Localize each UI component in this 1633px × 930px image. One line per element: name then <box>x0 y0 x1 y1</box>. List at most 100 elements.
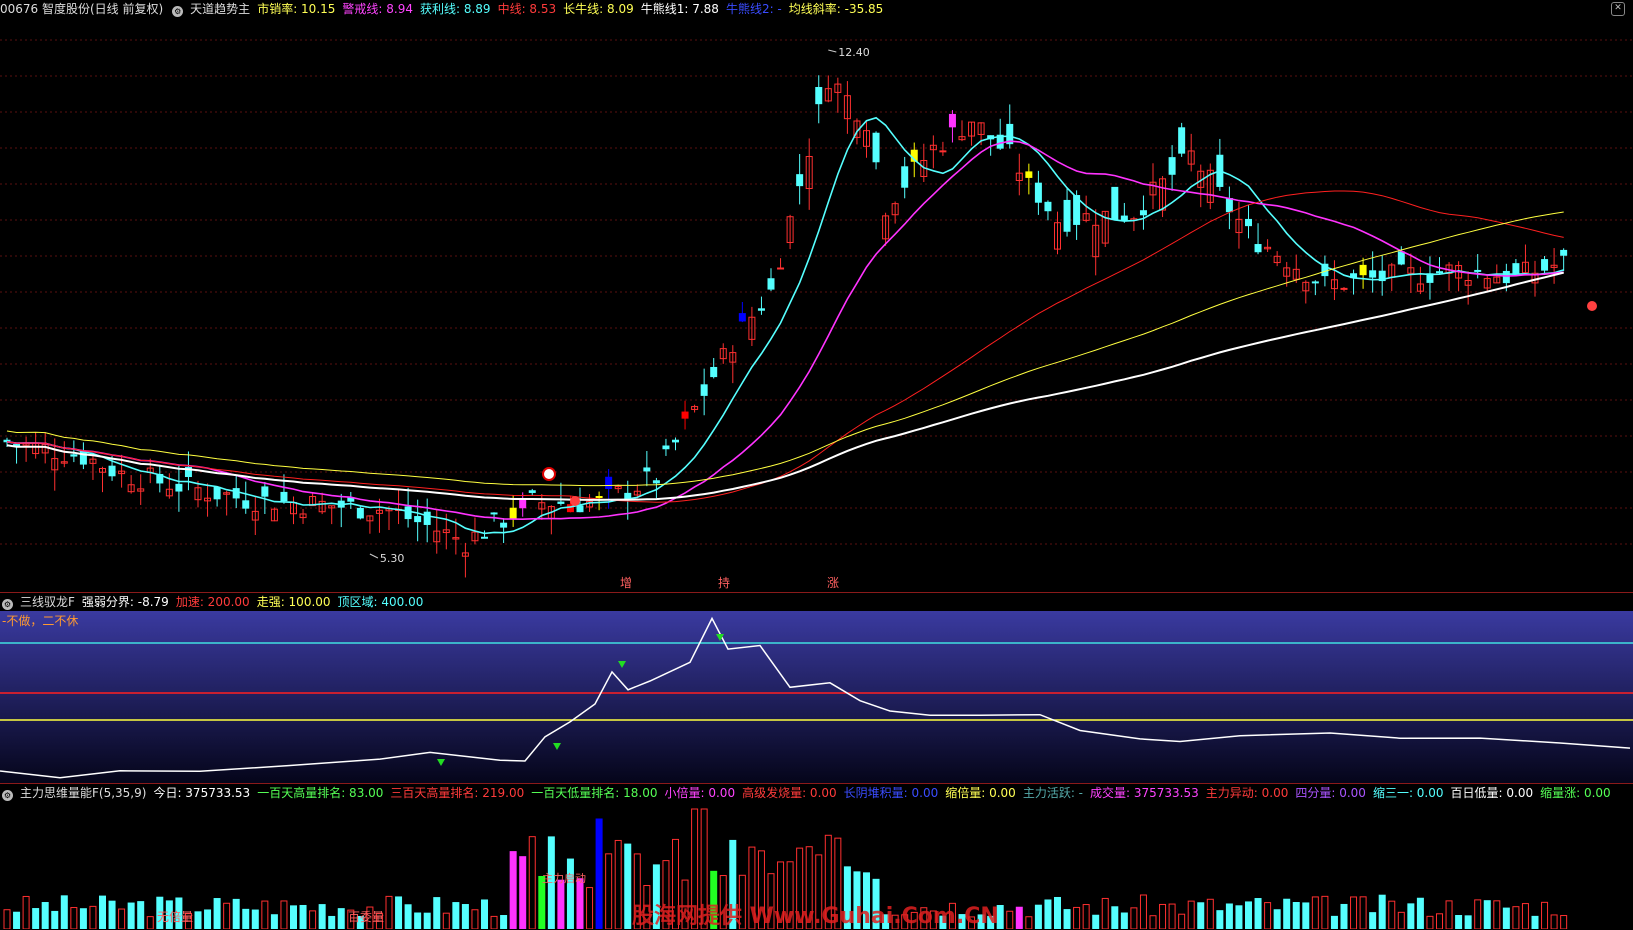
volume-bar <box>1235 905 1243 929</box>
volume-bar <box>99 895 106 929</box>
volume-bar <box>528 836 536 929</box>
main-header-item-2: 获利线: 8.89 <box>419 2 491 16</box>
volume-bar <box>127 902 135 929</box>
volume-bar <box>1445 900 1453 929</box>
price-chart[interactable]: 12.40 5.30 增 持 涨 <box>0 18 1633 592</box>
volume-bar <box>509 851 517 929</box>
candle-body <box>1139 210 1147 216</box>
candle-body <box>1254 244 1262 253</box>
main-header-item-1: 警戒线: 8.94 <box>342 2 413 16</box>
volume-bar <box>337 908 345 929</box>
volume-bar <box>22 895 30 929</box>
candle-body <box>280 491 288 502</box>
vol-name[interactable]: 主力思维量能F(5,35,9) <box>20 786 146 800</box>
volume-bar <box>1245 901 1252 929</box>
candle-body <box>1474 269 1482 272</box>
osc-header-items: 强弱分界: -8.79 加速: 200.00 走强: 100.00 顶区域: 400.… <box>82 595 431 609</box>
gear-icon[interactable]: ⚙ <box>2 599 13 610</box>
volume-bar <box>1178 913 1186 929</box>
volume-bar <box>519 856 527 929</box>
volume-bar <box>1502 907 1510 929</box>
osc-name[interactable]: 三线驭龙F <box>20 595 75 609</box>
volume-bar <box>261 900 269 929</box>
volume-bar <box>1350 896 1358 929</box>
candle-body <box>1512 263 1520 274</box>
close-icon[interactable]: ✕ <box>1611 2 1625 16</box>
volume-bar <box>1197 902 1205 929</box>
volume-bar <box>194 911 202 929</box>
volume-bar <box>204 909 212 929</box>
candle-body <box>662 445 670 450</box>
volume-bar <box>1187 900 1195 929</box>
volume-bar <box>270 914 278 929</box>
volume-bar <box>1493 900 1501 929</box>
vol-header-item-8: 主力活跃: - <box>1022 786 1084 800</box>
candle-body <box>767 278 775 290</box>
volume-bar <box>137 901 145 929</box>
candle-body <box>672 439 679 443</box>
candle-body <box>1178 127 1186 154</box>
stock-title[interactable]: 00676 智度股份(日线 前复权) <box>0 2 163 16</box>
volume-bar <box>395 896 403 929</box>
volume-bar <box>1082 904 1090 929</box>
volume-bar <box>595 818 603 929</box>
candle-body <box>404 506 412 520</box>
main-header-item-7: 均线斜率: -35.85 <box>788 2 884 16</box>
volume-bar <box>1092 914 1100 929</box>
volume-bar <box>290 905 297 929</box>
osc-header: ⚙ 三线驭龙F 强弱分界: -8.79 加速: 200.00 走强: 100.00 顶区域… <box>0 593 1633 611</box>
volume-bar <box>1044 899 1052 929</box>
volume-bar <box>452 902 460 929</box>
volume-bar <box>614 839 622 929</box>
high-pointer <box>828 49 837 53</box>
volume-bar <box>1034 904 1042 929</box>
vol-header-item-4: 小倍量: 0.00 <box>664 786 736 800</box>
volume-bar <box>1321 895 1329 929</box>
volume-bar <box>461 904 469 929</box>
volume-bar <box>1521 903 1529 929</box>
volume-bar <box>481 899 488 929</box>
volume-bar <box>213 898 221 929</box>
candle-body <box>1044 201 1052 212</box>
gear-icon[interactable]: ⚙ <box>2 790 13 801</box>
indicator-name[interactable]: 天道趋势主 <box>190 2 250 16</box>
candle-body <box>576 505 584 513</box>
main-header-item-0: 市销率: 10.15 <box>257 2 336 16</box>
candle-body <box>1359 264 1367 276</box>
volume-bar <box>624 843 632 929</box>
volume-bar <box>1436 913 1443 929</box>
volume-bar <box>309 910 317 929</box>
vol-header-item-10: 主力异动: 0.00 <box>1205 786 1289 800</box>
volume-bar <box>328 915 336 929</box>
volume-bar <box>1063 909 1071 929</box>
volume-bar <box>1330 915 1338 929</box>
vol-header-item-11: 四分量: 0.00 <box>1295 786 1366 800</box>
candle-body <box>1168 157 1176 175</box>
candle-body <box>777 267 785 270</box>
candle-body <box>414 516 422 523</box>
candle-body <box>738 313 746 322</box>
vol-header-item-2: 三百天高量排名: 219.00 <box>390 786 525 800</box>
vol-header-item-6: 长阴堆积量: 0.00 <box>843 786 939 800</box>
volume-bar <box>223 902 231 929</box>
watermark: 股海网提供 Www.Guhai.Com.CN <box>632 904 999 929</box>
main-header-item-3: 中线: 8.53 <box>497 2 557 16</box>
warning-signal-icon <box>570 496 580 506</box>
candle-body <box>595 496 603 499</box>
high-price-label: 12.40 <box>838 46 870 59</box>
volume-bar <box>1464 915 1472 929</box>
oscillator-chart[interactable] <box>0 611 1633 783</box>
volume-bar <box>118 908 126 929</box>
volume-bar <box>1225 903 1233 929</box>
vol-label-main-start: 主力启动 <box>542 872 586 885</box>
volume-bar <box>1025 916 1033 929</box>
candle-body <box>108 465 116 477</box>
gear-icon[interactable]: ⚙ <box>172 6 184 17</box>
volume-bar <box>1254 898 1262 929</box>
candle-body <box>939 150 947 153</box>
volume-bar <box>1541 901 1549 929</box>
vol-header-item-9: 成交量: 375733.53 <box>1090 786 1199 800</box>
ma-line <box>6 190 1564 503</box>
volume-bar <box>13 911 21 929</box>
volume-bar <box>1149 915 1157 929</box>
